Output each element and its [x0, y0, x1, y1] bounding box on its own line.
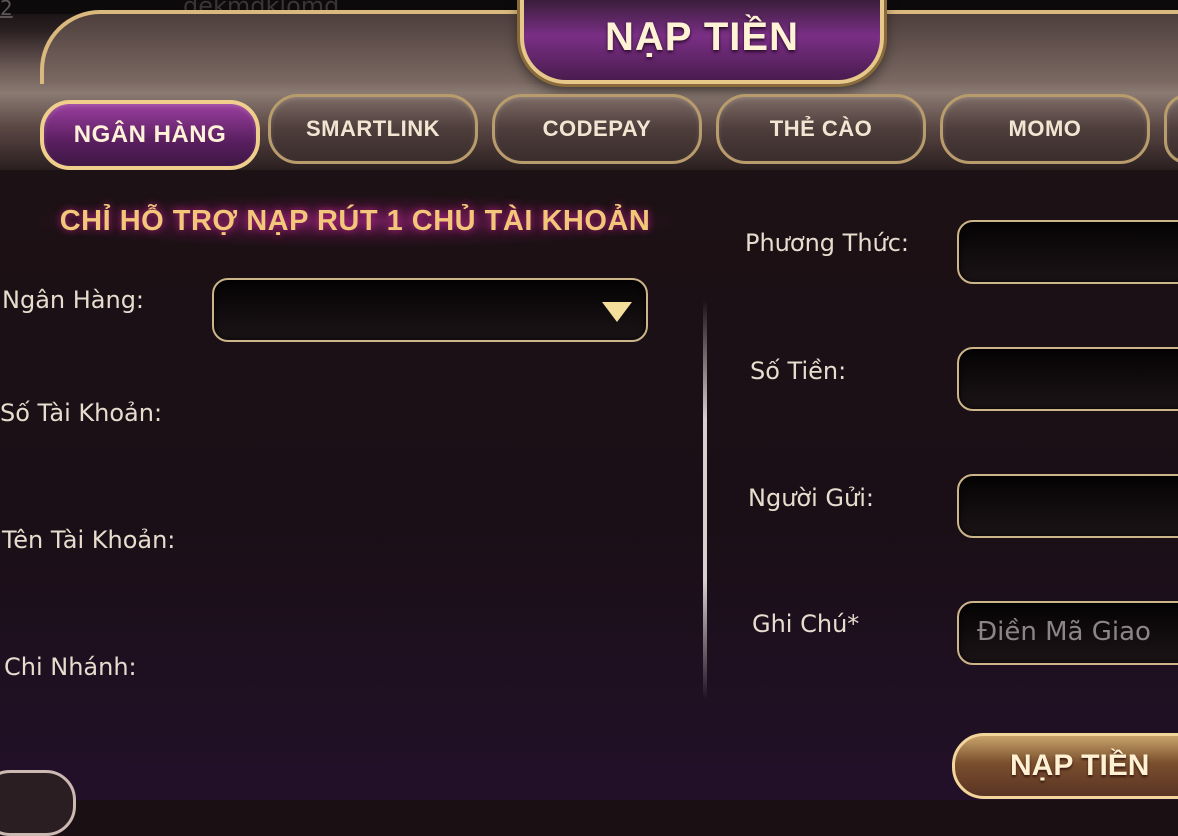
page-title: NẠP TIỀN: [605, 14, 799, 59]
account-name-label: Tên Tài Khoản:: [2, 526, 176, 554]
notice-banner: CHỈ HỖ TRỢ NẠP RÚT 1 CHỦ TÀI KHOẢN: [40, 196, 670, 246]
branch-label: Chi Nhánh:: [4, 653, 137, 681]
bank-select[interactable]: [212, 278, 648, 342]
method-label: Phương Thức:: [745, 229, 910, 257]
submit-button[interactable]: NẠP TIỀN: [952, 733, 1178, 799]
amount-field[interactable]: [957, 347, 1178, 411]
tab-label: MOMO: [1008, 116, 1082, 141]
ghost-number: 2: [0, 0, 13, 20]
method-field[interactable]: [957, 220, 1178, 284]
tab-codepay[interactable]: CODEPAY: [492, 94, 702, 164]
amount-label: Số Tiền:: [750, 357, 847, 385]
notice-text: CHỈ HỖ TRỢ NẠP RÚT 1 CHỦ TÀI KHOẢN: [59, 204, 651, 237]
tab-label: NGÂN HÀNG: [73, 121, 227, 148]
column-divider: [703, 300, 707, 700]
note-field[interactable]: Điền Mã Giao: [957, 601, 1178, 665]
tab-label: CODEPAY: [542, 116, 652, 141]
tab-smartlink[interactable]: SMARTLINK: [268, 94, 478, 164]
tab-ngan-hang[interactable]: NGÂN HÀNG: [40, 100, 260, 170]
note-placeholder: Điền Mã Giao: [977, 617, 1151, 647]
account-number-label: Số Tài Khoản:: [0, 399, 163, 427]
tab-label: THẺ CÀO: [769, 116, 873, 141]
tab-the-cao[interactable]: THẺ CÀO: [716, 94, 926, 164]
note-label: Ghi Chú*: [752, 610, 860, 638]
submit-label: NẠP TIỀN: [1010, 749, 1150, 782]
chevron-down-icon: [602, 302, 632, 322]
header-frame: 2 dekmdklomd NẠP TIỀN NGÂN HÀNG SMARTLIN…: [0, 0, 1178, 173]
corner-button[interactable]: [0, 770, 76, 836]
bank-label: Ngân Hàng:: [2, 286, 145, 314]
tab-partial[interactable]: [1164, 94, 1178, 164]
title-plate: NẠP TIỀN: [520, 0, 884, 84]
tab-label: SMARTLINK: [305, 116, 441, 141]
sender-label: Người Gửi:: [748, 484, 874, 512]
tab-momo[interactable]: MOMO: [940, 94, 1150, 164]
sender-field[interactable]: [957, 474, 1178, 538]
